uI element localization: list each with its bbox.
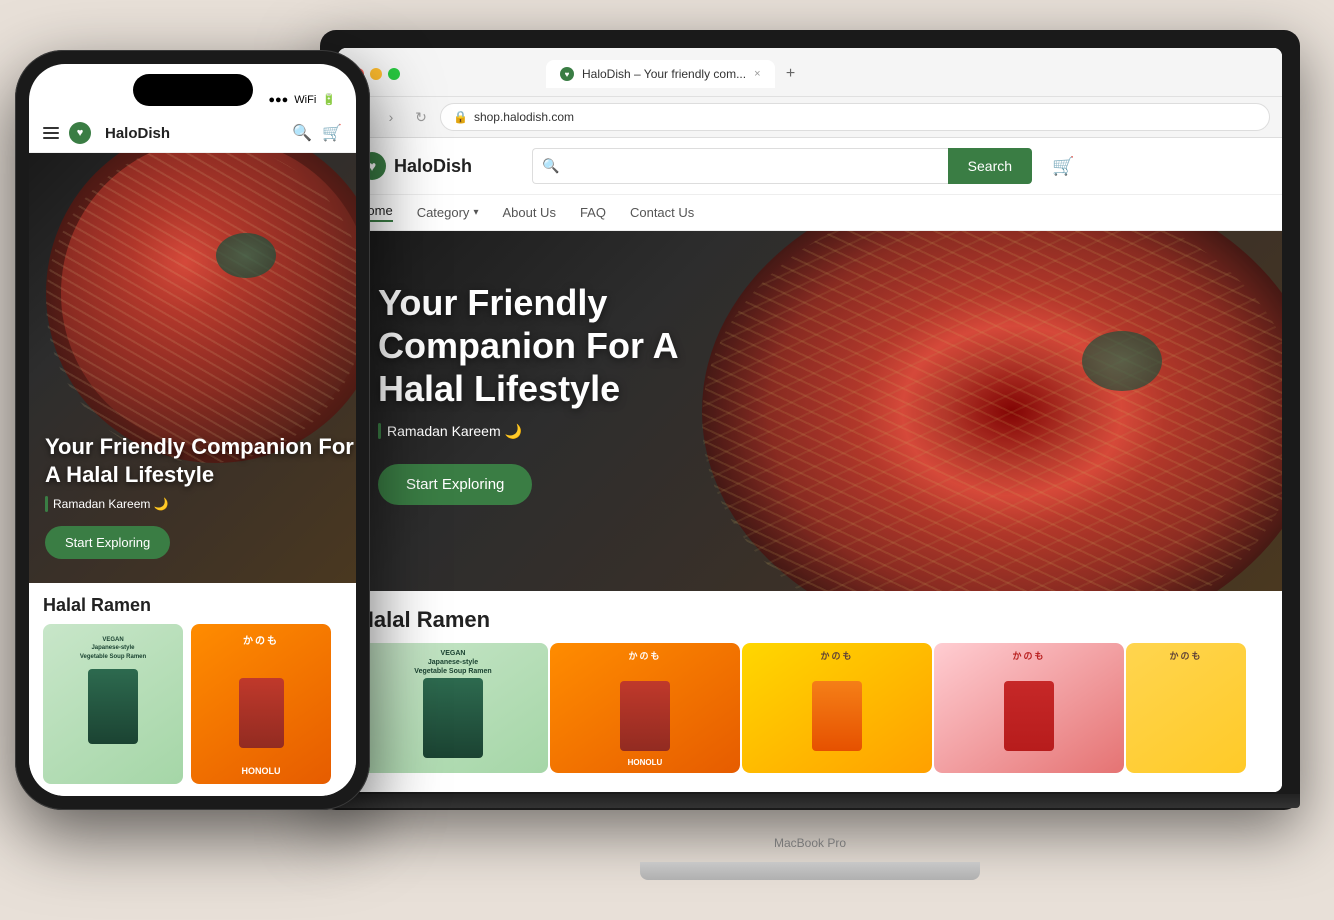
iphone-product-1-label: VEGANJapanese-styleVegetable Soup Ramen (80, 636, 146, 661)
product-3-bg: かのも (742, 643, 932, 773)
product-2-brand: かのも (550, 649, 740, 662)
battery-icon: 🔋 (322, 93, 336, 106)
product-card-3[interactable]: かのも (742, 643, 932, 773)
iphone-hero-subtitle-text: Ramadan Kareem 🌙 (53, 497, 169, 511)
product-card-5[interactable]: かのも (1126, 643, 1246, 773)
section-title: Halal Ramen (338, 591, 1282, 643)
nav-faq[interactable]: FAQ (580, 205, 606, 220)
search-input[interactable] (532, 148, 948, 184)
product-3-brand: かのも (742, 649, 932, 662)
product-5-brand: かのも (1126, 649, 1246, 662)
secure-icon: 🔒 (453, 110, 468, 124)
iphone-section-title: Halal Ramen (29, 583, 356, 624)
macbook-hinge (320, 794, 1300, 808)
product-2-img (620, 681, 670, 751)
product-2-bg: かのも HONOLU (550, 643, 740, 773)
product-2-honolu: HONOLU (628, 758, 663, 767)
products-section: Halal Ramen VEGANJapanese-styleVegetable… (338, 591, 1282, 792)
iphone-product-2-img (239, 678, 284, 748)
macbook-base (640, 862, 980, 880)
search-icon: 🔍 (542, 158, 559, 175)
search-area: 🔍 Search (532, 148, 1032, 184)
iphone-products-row: VEGANJapanese-styleVegetable Soup Ramen … (29, 624, 356, 784)
start-exploring-button[interactable]: Start Exploring (378, 464, 532, 505)
product-card-1[interactable]: VEGANJapanese-styleVegetable Soup Ramen (358, 643, 548, 773)
macbook-screen: HaloDish – Your friendly com... × + ‹ › … (320, 30, 1300, 810)
minimize-button[interactable] (370, 68, 382, 80)
iphone-product-2-brand: かのも (243, 632, 279, 647)
products-row: VEGANJapanese-styleVegetable Soup Ramen … (338, 643, 1282, 773)
site-navigation: Home Category ▾ About Us FAQ Contact Us (338, 195, 1282, 231)
site-header: HaloDish 🔍 Search 🛒 (338, 138, 1282, 195)
signal-icon: ●●● (268, 94, 288, 106)
iphone-green-bar (45, 496, 48, 512)
iphone-device: ●●● WiFi 🔋 HaloDish 🔍 🛒 (15, 50, 370, 870)
iphone-logo-icon (69, 122, 91, 144)
iphone-hero-title: Your Friendly Companion For A Halal Life… (45, 433, 356, 488)
iphone-logo-text: HaloDish (105, 125, 170, 142)
wifi-icon: WiFi (294, 94, 316, 106)
logo-text: HaloDish (394, 156, 472, 177)
macbook-device: HaloDish – Your friendly com... × + ‹ › … (320, 30, 1300, 890)
new-tab-button[interactable]: + (779, 62, 803, 86)
hero-subtitle-text: Ramadan Kareem 🌙 (387, 423, 522, 440)
dynamic-island (133, 74, 253, 106)
hamburger-menu[interactable] (43, 127, 59, 139)
iphone-product-card-1[interactable]: VEGANJapanese-styleVegetable Soup Ramen (43, 624, 183, 784)
iphone-product-card-2[interactable]: かのも HONOLU (191, 624, 331, 784)
traffic-lights: HaloDish – Your friendly com... × + (338, 48, 1282, 97)
iphone-hero: Your Friendly Companion For A Halal Life… (29, 153, 356, 583)
product-4-brand: かのも (934, 649, 1124, 662)
hero-content: Your Friendly Companion For A Halal Life… (378, 281, 728, 505)
product-1-label-top: VEGANJapanese-styleVegetable Soup Ramen (364, 649, 542, 676)
nav-contact[interactable]: Contact Us (630, 205, 694, 220)
address-bar: ‹ › ↻ 🔒 shop.halodish.com (338, 97, 1282, 138)
product-4-img (1004, 681, 1054, 751)
product-card-4[interactable]: かのも (934, 643, 1124, 773)
iphone-hero-subtitle: Ramadan Kareem 🌙 (45, 496, 356, 512)
url-text: shop.halodish.com (474, 110, 574, 124)
iphone-screen: ●●● WiFi 🔋 HaloDish 🔍 🛒 (29, 64, 356, 796)
iphone-product-1-img (88, 669, 138, 744)
search-button[interactable]: Search (948, 148, 1032, 184)
iphone-status-icons: ●●● WiFi 🔋 (268, 93, 336, 106)
iphone-search-icon[interactable]: 🔍 (292, 123, 312, 143)
product-3-img (812, 681, 862, 751)
nav-category[interactable]: Category ▾ (417, 205, 479, 220)
iphone-products-section: Halal Ramen VEGANJapanese-styleVegetable… (29, 583, 356, 796)
iphone-hero-greens (216, 233, 276, 278)
tab-close-button[interactable]: × (754, 68, 760, 80)
fullscreen-button[interactable] (388, 68, 400, 80)
hero-title: Your Friendly Companion For A Halal Life… (378, 281, 728, 411)
product-card-2[interactable]: かのも HONOLU (550, 643, 740, 773)
product-5-bg: かのも (1126, 643, 1246, 773)
url-bar[interactable]: 🔒 shop.halodish.com (440, 103, 1270, 131)
iphone-noodles-overlay (46, 153, 356, 463)
browser-tab-active[interactable]: HaloDish – Your friendly com... × (546, 60, 775, 88)
iphone-body: ●●● WiFi 🔋 HaloDish 🔍 🛒 (15, 50, 370, 810)
iphone-cart-icon[interactable]: 🛒 (322, 123, 342, 143)
macbook-label: MacBook Pro (774, 836, 846, 850)
browser-window: HaloDish – Your friendly com... × + ‹ › … (338, 48, 1282, 792)
hero-subtitle: Ramadan Kareem 🌙 (378, 423, 728, 440)
hero-greens (1082, 331, 1162, 391)
iphone-nav: HaloDish 🔍 🛒 (29, 114, 356, 153)
iphone-start-exploring-button[interactable]: Start Exploring (45, 526, 170, 559)
iphone-hero-content: Your Friendly Companion For A Halal Life… (45, 433, 356, 559)
reload-button[interactable]: ↻ (410, 106, 432, 128)
green-bar-decoration (378, 423, 381, 439)
tab-title: HaloDish – Your friendly com... (582, 67, 746, 81)
cart-icon[interactable]: 🛒 (1052, 156, 1074, 177)
logo-area: HaloDish (358, 152, 472, 180)
nav-about[interactable]: About Us (502, 205, 555, 220)
iphone-product-2-honolu: HONOLU (242, 766, 281, 776)
tab-favicon-icon (560, 67, 574, 81)
hero-banner: Your Friendly Companion For A Halal Life… (338, 231, 1282, 591)
forward-button[interactable]: › (380, 106, 402, 128)
product-1-img (423, 678, 483, 758)
product-4-bg: かのも (934, 643, 1124, 773)
hero-noodles-overlay (702, 231, 1282, 591)
search-wrapper: 🔍 (532, 148, 948, 184)
